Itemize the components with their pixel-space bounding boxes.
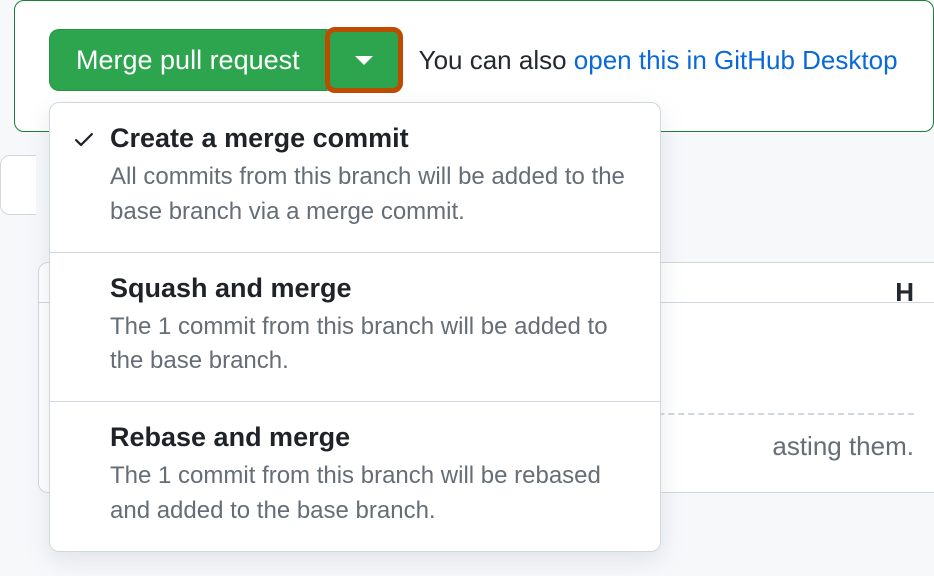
merge-method-dropdown: Create a merge commit All commits from t…: [49, 102, 661, 552]
merge-option-description: The 1 commit from this branch will be ad…: [110, 310, 636, 380]
merge-option-title: Rebase and merge: [110, 422, 636, 453]
merge-option-rebase-and-merge[interactable]: Rebase and merge The 1 commit from this …: [50, 402, 660, 551]
check-icon: [72, 127, 96, 156]
timeline-badge-stub: [0, 155, 36, 215]
caret-down-icon: [355, 56, 373, 65]
open-github-desktop-link[interactable]: open this in GitHub Desktop: [574, 45, 898, 75]
merge-option-squash-and-merge[interactable]: Squash and merge The 1 commit from this …: [50, 253, 660, 403]
merge-options-dropdown-button[interactable]: [327, 29, 401, 91]
merge-button-group: Merge pull request: [49, 29, 401, 91]
merge-option-title: Create a merge commit: [110, 123, 636, 154]
merge-option-description: The 1 commit from this branch will be re…: [110, 459, 636, 529]
merge-option-description: All commits from this branch will be add…: [110, 160, 636, 230]
merge-option-title: Squash and merge: [110, 273, 636, 304]
merge-pull-request-button[interactable]: Merge pull request: [49, 29, 327, 91]
merge-option-create-merge-commit[interactable]: Create a merge commit All commits from t…: [50, 103, 660, 253]
merge-hint-text: You can also open this in GitHub Desktop: [419, 45, 898, 76]
